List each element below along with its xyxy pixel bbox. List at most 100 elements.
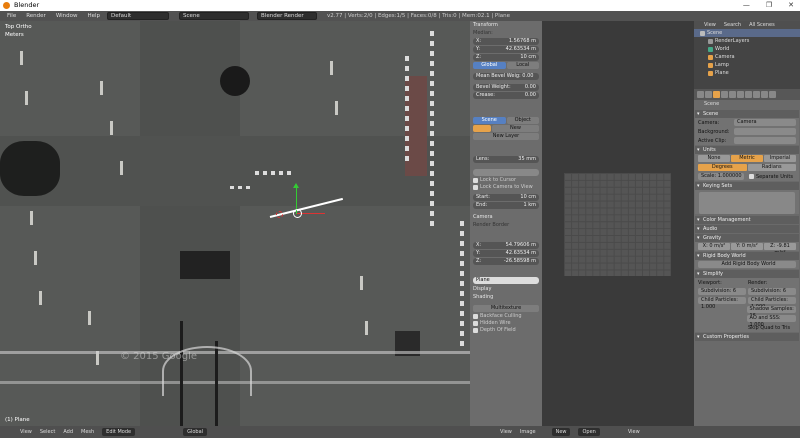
lock-camera-checkbox[interactable]: Lock Camera to View xyxy=(473,184,539,190)
global-toggle[interactable]: Global xyxy=(473,62,506,69)
custom-properties-header[interactable]: Custom Properties xyxy=(695,333,799,341)
units-imperial[interactable]: Imperial xyxy=(764,155,796,162)
outliner-display-mode[interactable]: All Scenes xyxy=(749,22,775,28)
transform-header[interactable]: Transform xyxy=(470,21,542,29)
local-toggle[interactable]: Local xyxy=(506,62,539,69)
scene-selector[interactable]: Scene xyxy=(179,12,250,20)
active-clip-field[interactable] xyxy=(734,137,796,144)
backface-culling-checkbox[interactable]: Backface Culling xyxy=(473,313,539,319)
select-menu[interactable]: Select xyxy=(40,429,55,435)
add-rigid-body-button[interactable]: Add Rigid Body World xyxy=(698,261,796,268)
maximize-button[interactable]: ❐ xyxy=(766,0,772,11)
unit-scale-field[interactable]: Scale: 1.000000 xyxy=(698,173,744,180)
view-menu[interactable]: View xyxy=(20,429,32,435)
bevel-weight-field[interactable]: Bevel Weight: 0.00 xyxy=(473,84,539,91)
new-layer-button[interactable]: New Layer xyxy=(473,133,539,140)
material-tab-icon[interactable] xyxy=(761,91,768,98)
data-tab-icon[interactable] xyxy=(753,91,760,98)
outliner-search-menu[interactable]: Search xyxy=(724,22,741,28)
separate-units-checkbox[interactable]: Separate Units xyxy=(748,174,793,180)
display-header[interactable]: Display xyxy=(470,285,542,293)
clip-start-field[interactable]: Start: 10 cm xyxy=(473,194,539,201)
modifiers-tab-icon[interactable] xyxy=(745,91,752,98)
depth-of-field-checkbox[interactable]: Depth Of Field xyxy=(473,327,539,333)
constraints-tab-icon[interactable] xyxy=(737,91,744,98)
crease-field[interactable]: Crease: 0.00 xyxy=(473,92,539,99)
uv-image-editor[interactable] xyxy=(542,21,694,426)
cursor-x-field[interactable]: X: 54.79606 m xyxy=(473,242,539,249)
add-menu[interactable]: Add xyxy=(63,429,73,435)
cursor-y-field[interactable]: Y: 42.63534 m xyxy=(473,250,539,257)
units-panel-header[interactable]: Units xyxy=(695,146,799,154)
shadow-samples-field[interactable]: Shadow Samples: 16 xyxy=(746,306,796,319)
menu-help[interactable]: Help xyxy=(85,13,104,19)
orientation-selector[interactable]: Global xyxy=(183,428,208,436)
median-x-field[interactable]: X: 1.56768 m xyxy=(473,38,539,45)
render-subdivision-field[interactable]: Subdivision: 6 xyxy=(748,288,796,295)
outliner-item-renderlayers[interactable]: RenderLayers xyxy=(694,37,800,45)
outliner-item-plane[interactable]: Plane xyxy=(694,69,800,77)
shading-mode-selector[interactable]: Multitexture xyxy=(473,305,539,312)
grease-pencil-icon[interactable] xyxy=(473,125,491,132)
menu-file[interactable]: File xyxy=(4,13,19,19)
simplify-header[interactable]: Simplify xyxy=(695,270,799,278)
uv-image-menu[interactable]: Image xyxy=(520,429,536,435)
3d-viewport[interactable]: © 2015 Google Top Ortho Meters (1) Plane xyxy=(0,21,470,426)
new-image-button[interactable]: New xyxy=(551,428,571,436)
menu-window[interactable]: Window xyxy=(53,13,81,19)
texture-tab-icon[interactable] xyxy=(769,91,776,98)
median-y-field[interactable]: Y: 42.63534 m xyxy=(473,46,539,53)
minimize-button[interactable]: — xyxy=(743,0,750,11)
lens-field[interactable]: Lens: 35 mm xyxy=(473,156,539,163)
background-field[interactable] xyxy=(734,128,796,135)
gravity-z-field[interactable]: Z: -9.81 m/s² xyxy=(764,243,796,256)
uv-grid[interactable] xyxy=(564,173,671,276)
scene-tab-icon[interactable] xyxy=(713,91,720,98)
outliner-view-button[interactable]: View xyxy=(628,429,640,435)
gravity-x-field[interactable]: X: 0 m/s² xyxy=(698,243,730,250)
clip-end-field[interactable]: End: 1 km xyxy=(473,202,539,209)
units-metric[interactable]: Metric xyxy=(731,155,763,162)
gravity-header[interactable]: Gravity xyxy=(695,234,799,242)
skip-quad-checkbox[interactable]: Skip Quad to Tris xyxy=(748,325,796,331)
object-tab-icon[interactable] xyxy=(729,91,736,98)
shading-header[interactable]: Shading xyxy=(470,293,542,301)
layout-selector[interactable]: Default xyxy=(107,12,170,20)
close-button[interactable]: ✕ xyxy=(788,0,794,11)
3d-cursor[interactable] xyxy=(276,211,283,218)
outliner-item-lamp[interactable]: Lamp xyxy=(694,61,800,69)
render-tab-icon[interactable] xyxy=(697,91,704,98)
object-toggle[interactable]: Object xyxy=(506,117,539,124)
lock-cursor-checkbox[interactable]: Lock to Cursor xyxy=(473,177,539,183)
median-z-field[interactable]: Z: 10 cm xyxy=(473,54,539,61)
units-none[interactable]: None xyxy=(698,155,730,162)
rotation-radians[interactable]: Radians xyxy=(747,164,796,171)
item-name-field[interactable]: Plane xyxy=(473,277,539,284)
gravity-y-field[interactable]: Y: 0 m/s² xyxy=(731,243,763,250)
object-origin[interactable] xyxy=(293,209,302,218)
world-tab-icon[interactable] xyxy=(721,91,728,98)
render-child-particles-field[interactable]: Child Particles: 1.000 xyxy=(748,297,796,310)
scene-panel-header[interactable]: Scene xyxy=(695,110,799,118)
keying-sets-list[interactable] xyxy=(699,192,795,214)
viewport-subdivision-field[interactable]: Subdivision: 6 xyxy=(698,288,746,295)
viewport-child-particles-field[interactable]: Child Particles: 1.000 xyxy=(698,297,746,310)
render-border-checkbox[interactable]: Render Border xyxy=(470,221,542,229)
open-image-button[interactable]: Open xyxy=(578,428,600,436)
scene-camera-field[interactable]: Camera xyxy=(734,119,796,126)
menu-render[interactable]: Render xyxy=(23,13,49,19)
mean-bevel-field[interactable]: Mean Bevel Weig: 0.00 xyxy=(473,73,539,80)
mesh-menu[interactable]: Mesh xyxy=(81,429,94,435)
mode-selector[interactable]: Edit Mode xyxy=(102,428,136,436)
outliner-view-menu[interactable]: View xyxy=(704,22,716,28)
new-gp-button[interactable]: New xyxy=(492,125,539,132)
cursor-z-field[interactable]: Z: -26.58598 m xyxy=(473,258,539,265)
outliner-item-scene[interactable]: Scene xyxy=(694,29,800,37)
color-management-header[interactable]: Color Management xyxy=(695,216,799,224)
audio-header[interactable]: Audio xyxy=(695,225,799,233)
keying-sets-header[interactable]: Keying Sets xyxy=(695,182,799,190)
render-engine-selector[interactable]: Blender Render xyxy=(257,12,318,20)
hidden-wire-checkbox[interactable]: Hidden Wire xyxy=(473,320,539,326)
rotation-degrees[interactable]: Degrees xyxy=(698,164,747,171)
renderlayers-tab-icon[interactable] xyxy=(705,91,712,98)
